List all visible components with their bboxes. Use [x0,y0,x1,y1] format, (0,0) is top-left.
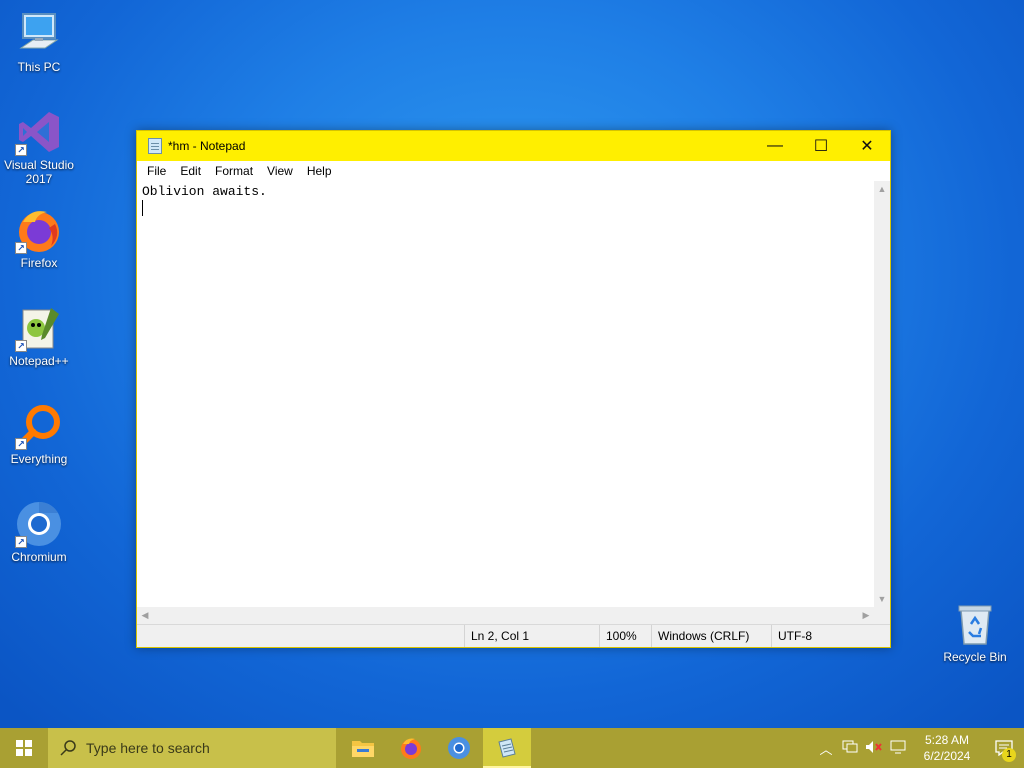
scrollbar-corner [874,607,890,624]
desktop-icon-visual-studio[interactable]: ↗ Visual Studio 2017 [0,108,78,186]
recycle-bin-icon [951,600,999,648]
scroll-left-icon[interactable]: ◀ [137,607,153,624]
chromium-icon: ↗ [15,500,63,548]
desktop-icon-label: Chromium [11,550,67,564]
shortcut-arrow-icon: ↗ [15,144,27,156]
text-editor-area[interactable]: Oblivion awaits. [137,181,874,607]
desktop-icon-label: Notepad++ [9,354,69,368]
search-placeholder: Type here to search [86,740,210,756]
everything-search-icon: ↗ [15,402,63,450]
this-pc-icon [15,10,63,58]
vertical-scrollbar[interactable]: ▲ ▼ [874,181,890,607]
volume-muted-icon[interactable] [862,740,886,757]
status-line-ending: Windows (CRLF) [651,625,771,647]
clock-time: 5:28 AM [924,733,970,747]
desktop-icon-label: This PC [17,60,61,74]
shortcut-arrow-icon: ↗ [15,340,27,352]
clock-date: 6/2/2024 [923,749,971,763]
shortcut-arrow-icon: ↗ [15,242,27,254]
desktop-icon-label: Everything [10,452,68,466]
action-center-button[interactable]: 1 [984,728,1024,768]
taskbar-firefox[interactable] [387,728,435,768]
network-icon[interactable] [838,740,862,757]
desktop-icon-label: Firefox [20,256,58,270]
taskbar-file-explorer[interactable] [339,728,387,768]
notepad-icon [498,738,516,758]
status-bar: Ln 2, Col 1 100% Windows (CRLF) UTF-8 [137,624,890,647]
desktop-icon-recycle-bin[interactable]: Recycle Bin [936,600,1014,664]
system-tray: ︿ 5:28 AM 6/2/2024 1 [814,728,1024,768]
taskbar-chromium[interactable] [435,728,483,768]
shortcut-arrow-icon: ↗ [15,536,27,548]
taskbar: Type here to search ︿ 5:28 AM 6/2/2024 1 [0,728,1024,768]
start-button[interactable] [0,728,48,768]
desktop-icon-notepad-plus-plus[interactable]: ↗ Notepad++ [0,304,78,368]
notepad-icon [148,138,162,154]
visual-studio-icon: ↗ [15,108,63,156]
menu-bar: File Edit Format View Help [137,161,890,181]
window-title: *hm - Notepad [168,139,246,153]
editor-line: Oblivion awaits. [142,184,267,199]
chromium-icon [448,737,470,759]
status-zoom: 100% [599,625,651,647]
desktop-icon-everything[interactable]: ↗ Everything [0,402,78,466]
notepad-plus-plus-icon: ↗ [15,304,63,352]
shortcut-arrow-icon: ↗ [15,438,27,450]
menu-format[interactable]: Format [208,164,260,178]
minimize-button[interactable]: — [752,131,798,161]
status-position: Ln 2, Col 1 [464,625,599,647]
chevron-up-icon[interactable]: ︿ [814,739,838,758]
search-icon [60,740,76,756]
status-encoding: UTF-8 [771,625,875,647]
windows-logo-icon [16,740,32,756]
menu-help[interactable]: Help [300,164,339,178]
firefox-icon: ↗ [15,206,63,254]
notification-badge: 1 [1002,748,1016,762]
taskbar-clock[interactable]: 5:28 AM 6/2/2024 [916,732,978,764]
taskbar-search-box[interactable]: Type here to search [48,728,336,768]
desktop-icon-label: Visual Studio 2017 [4,158,74,186]
notepad-window: *hm - Notepad — ☐ ✕ File Edit Format Vie… [136,130,891,648]
desktop-icon-firefox[interactable]: ↗ Firefox [0,206,78,270]
taskbar-notepad[interactable] [483,728,531,768]
desktop-icon-this-pc[interactable]: This PC [0,10,78,74]
scroll-down-icon[interactable]: ▼ [874,591,890,607]
menu-edit[interactable]: Edit [173,164,208,178]
menu-view[interactable]: View [260,164,300,178]
scroll-right-icon[interactable]: ▶ [858,607,874,624]
close-button[interactable]: ✕ [844,131,890,161]
window-titlebar[interactable]: *hm - Notepad — ☐ ✕ [137,131,890,161]
menu-file[interactable]: File [140,164,173,178]
horizontal-scrollbar[interactable]: ◀ ▶ [137,607,874,624]
firefox-icon [401,738,421,759]
desktop-icon-chromium[interactable]: ↗ Chromium [0,500,78,564]
display-icon[interactable] [886,740,910,757]
file-explorer-icon [352,741,374,757]
text-caret [142,200,143,216]
desktop-icon-label: Recycle Bin [943,650,1007,664]
maximize-button[interactable]: ☐ [798,131,844,161]
scroll-up-icon[interactable]: ▲ [874,181,890,197]
